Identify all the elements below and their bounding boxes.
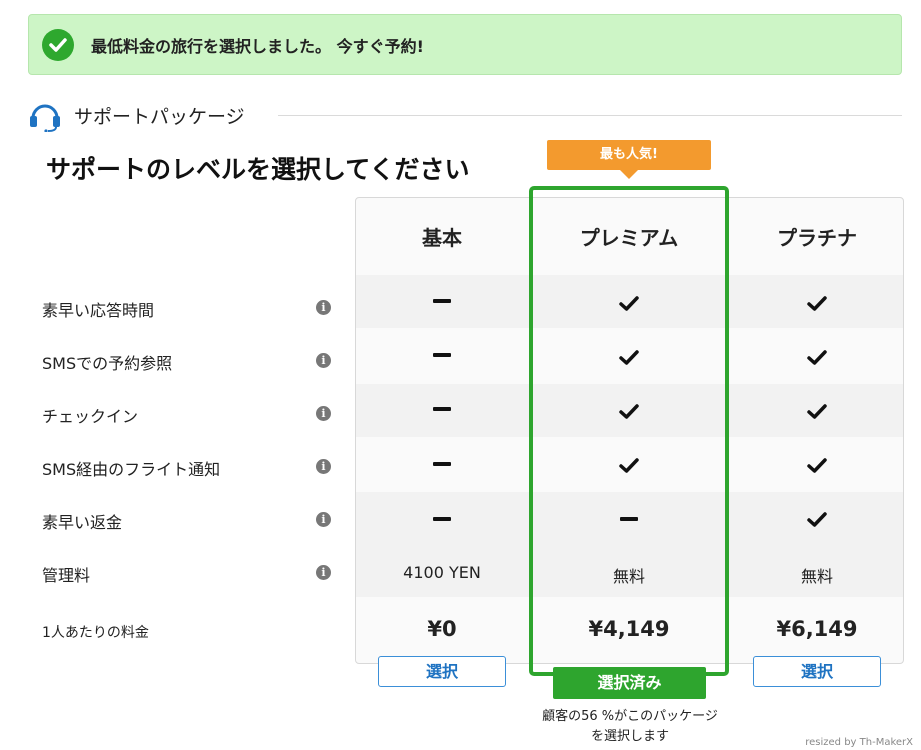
fee-basic: 4100 YEN	[403, 563, 481, 582]
check-circle-icon	[42, 29, 74, 61]
info-icon[interactable]: i	[316, 353, 331, 368]
popularity-note-line2: を選択します	[590, 729, 669, 744]
checkmark-icon	[807, 350, 827, 365]
success-banner: 最低料金の旅行を選択しました。 今すぐ予約!	[28, 14, 902, 75]
dash-icon	[433, 299, 451, 303]
column-platinum: プラチナ	[777, 226, 857, 250]
checkmark-icon	[807, 296, 827, 311]
dash-icon	[433, 407, 451, 411]
headset-icon	[30, 104, 60, 132]
info-icon[interactable]: i	[316, 300, 331, 315]
price-platinum: ¥6,149	[776, 617, 858, 641]
fee-platinum: 無料	[800, 567, 833, 586]
selected-premium-button[interactable]: 選択済み	[553, 667, 706, 699]
banner-message: 最低料金の旅行を選択しました。 今すぐ予約!	[91, 37, 424, 56]
premium-highlight	[529, 186, 729, 676]
feature-label: SMS経由のフライト通知	[42, 460, 221, 479]
price-basic: ¥0	[427, 617, 457, 641]
badge-pointer	[620, 170, 638, 179]
feature-label: SMSでの予約参照	[42, 354, 173, 373]
checkmark-icon	[807, 458, 827, 473]
column-basic: 基本	[422, 226, 462, 250]
popularity-note-line1: 顧客の56 %がこのパッケージ	[542, 709, 718, 724]
popularity-note: 顧客の56 %がこのパッケージ を選択します	[530, 707, 730, 747]
info-icon[interactable]: i	[316, 565, 331, 580]
feature-label: チェックイン	[42, 407, 139, 426]
section-title: サポートパッケージ	[74, 106, 245, 128]
info-icon[interactable]: i	[316, 512, 331, 527]
page-title: サポートのレベルを選択してください	[46, 155, 470, 184]
checkmark-icon	[807, 512, 827, 527]
dash-icon	[433, 462, 451, 466]
dash-icon	[433, 353, 451, 357]
checkmark-icon	[807, 404, 827, 419]
price-label: 1人あたりの料金	[42, 625, 149, 641]
fee-label: 管理料	[42, 566, 91, 585]
feature-label: 素早い応答時間	[42, 301, 155, 320]
info-icon[interactable]: i	[316, 406, 331, 421]
resize-credit: resized by Th-MakerX	[805, 737, 913, 748]
dash-icon	[433, 517, 451, 521]
popular-badge: 最も人気!	[547, 140, 711, 170]
info-icon[interactable]: i	[316, 459, 331, 474]
select-basic-button[interactable]: 選択	[378, 656, 506, 687]
section-divider	[278, 115, 902, 116]
section-header: サポートパッケージ	[28, 98, 902, 134]
feature-label: 素早い返金	[42, 513, 123, 532]
select-platinum-button[interactable]: 選択	[753, 656, 881, 687]
